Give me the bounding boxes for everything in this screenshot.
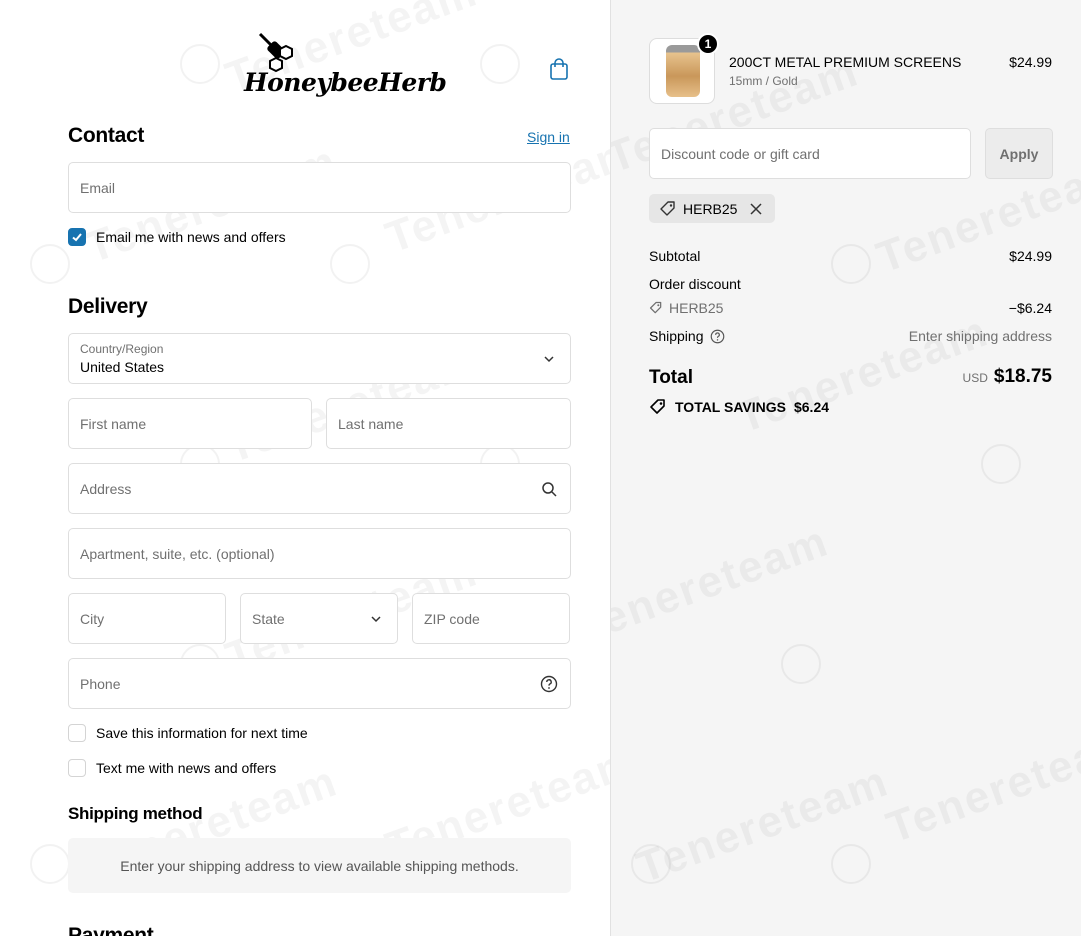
watermark-logo-icon [781, 644, 821, 684]
country-select[interactable]: Country/Region United States [68, 333, 571, 384]
state-select[interactable]: State [240, 593, 398, 644]
zip-placeholder: ZIP code [424, 611, 480, 627]
checkout-form-panel: Tenereteam Tenereteam Tenereteam Teneret… [0, 0, 610, 936]
watermark: Tenereteam [611, 516, 835, 653]
city-placeholder: City [80, 611, 105, 627]
subtotal-value: $24.99 [1009, 248, 1052, 264]
watermark-logo-icon [981, 444, 1021, 484]
save-info-label: Save this information for next time [96, 725, 308, 741]
total-amount: USD $18.75 [963, 366, 1052, 388]
product-name: 200CT METAL PREMIUM SCREENS [729, 54, 962, 70]
watermark-logo-icon [631, 844, 671, 884]
last-name-field[interactable]: Last name [326, 398, 571, 449]
contact-heading: Contact [68, 124, 145, 147]
total-value: $18.75 [993, 366, 1052, 387]
address-placeholder: Address [80, 481, 132, 497]
first-name-field[interactable]: First name [68, 398, 312, 449]
apartment-placeholder: Apartment, suite, etc. (optional) [80, 546, 275, 562]
help-circle-icon[interactable] [710, 329, 725, 344]
payment-heading: Payment [68, 924, 154, 936]
text-me-checkbox[interactable]: Text me with news and offers [68, 759, 276, 777]
city-field[interactable]: City [68, 593, 226, 644]
watermark-logo-icon [831, 844, 871, 884]
checkmark-icon [72, 233, 82, 242]
tag-icon [649, 301, 662, 314]
shipping-row: Shipping [649, 328, 725, 344]
order-discount-label: Order discount [649, 276, 741, 292]
tag-icon [660, 200, 675, 216]
discount-placeholder: Discount code or gift card [661, 146, 820, 162]
first-name-placeholder: First name [80, 416, 147, 432]
help-circle-icon[interactable] [540, 675, 558, 693]
text-me-label: Text me with news and offers [96, 760, 277, 776]
address-field[interactable]: Address [68, 463, 571, 514]
state-placeholder: State [252, 611, 285, 627]
apartment-field[interactable]: Apartment, suite, etc. (optional) [68, 528, 571, 579]
chevron-down-icon [371, 616, 381, 623]
watermark: Tenereteam [730, 306, 995, 443]
country-label: Country/Region [80, 342, 164, 356]
country-value: United States [80, 359, 165, 375]
shipping-method-message: Enter your shipping address to view avai… [68, 838, 571, 893]
watermark-logo-icon [330, 244, 370, 284]
shopping-bag-icon[interactable] [546, 56, 572, 82]
search-icon [542, 482, 557, 497]
discount-code-input[interactable]: Discount code or gift card [649, 128, 971, 179]
product-variant: 15mm / Gold [729, 74, 798, 88]
checkbox-unchecked[interactable] [68, 724, 86, 742]
chevron-down-icon [544, 356, 554, 363]
last-name-placeholder: Last name [338, 416, 404, 432]
product-price: $24.99 [1009, 54, 1052, 70]
tag-icon [650, 399, 665, 414]
watermark-logo-icon [480, 44, 520, 84]
save-info-checkbox[interactable]: Save this information for next time [68, 724, 308, 742]
applied-discount-tag: HERB25 [649, 194, 776, 223]
savings-label: TOTAL SAVINGS [675, 399, 786, 415]
order-summary-panel: Tenereteam Tenereteam Tenereteam Teneret… [610, 0, 1081, 936]
total-savings: TOTAL SAVINGS $6.24 [649, 398, 829, 416]
order-discount-code-text: HERB25 [669, 300, 724, 316]
phone-field[interactable]: Phone [68, 658, 571, 709]
total-label: Total [649, 367, 693, 388]
delivery-heading: Delivery [68, 295, 148, 318]
checkbox-checked[interactable] [68, 228, 86, 246]
order-discount-value: −$6.24 [1008, 300, 1052, 316]
sign-in-link[interactable]: Sign in [527, 129, 570, 145]
product-image [666, 45, 700, 97]
watermark: Tenereteam [630, 756, 895, 893]
applied-code-text: HERB25 [683, 200, 738, 217]
zip-field[interactable]: ZIP code [412, 593, 570, 644]
total-currency: USD [962, 371, 988, 385]
subtotal-label: Subtotal [649, 248, 701, 264]
watermark: Tenereteam [880, 716, 1081, 853]
order-discount-code: HERB25 [649, 300, 723, 316]
email-news-label: Email me with news and offers [96, 229, 286, 245]
email-field[interactable]: Email [68, 162, 571, 213]
checkbox-unchecked[interactable] [68, 759, 86, 777]
savings-value: $6.24 [793, 399, 830, 415]
watermark-logo-icon [180, 44, 220, 84]
apply-button[interactable]: Apply [985, 128, 1053, 179]
shipping-label: Shipping [649, 328, 704, 344]
email-news-checkbox[interactable]: Email me with news and offers [68, 228, 286, 246]
email-placeholder: Email [80, 180, 116, 196]
close-icon[interactable] [747, 200, 765, 218]
shipping-value: Enter shipping address [908, 328, 1052, 344]
watermark-logo-icon [831, 244, 871, 284]
phone-placeholder: Phone [80, 676, 121, 692]
quantity-badge: 1 [697, 33, 719, 55]
brand-logo[interactable]: HoneybeeHerb [244, 30, 447, 108]
shipping-method-heading: Shipping method [68, 804, 203, 823]
brand-logo-text: HoneybeeHerb [244, 68, 447, 97]
watermark-logo-icon [30, 844, 70, 884]
watermark-logo-icon [30, 244, 70, 284]
